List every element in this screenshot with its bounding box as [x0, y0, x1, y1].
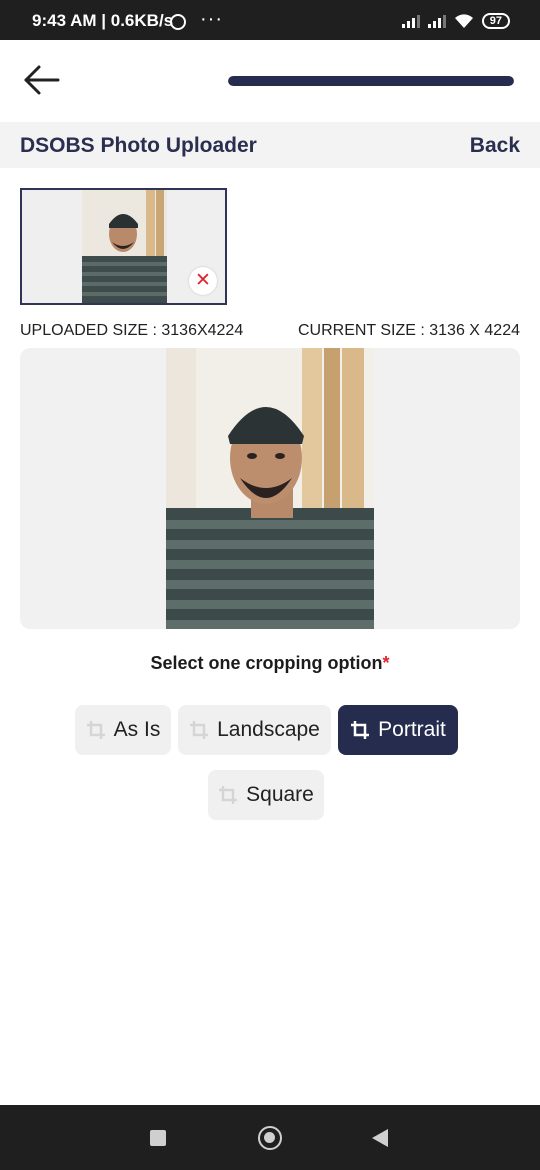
status-time: 9:43 AM | 0.6KB/s: [32, 11, 174, 30]
crop-option-square[interactable]: Square: [208, 770, 324, 820]
crop-option-as-is[interactable]: As Is: [75, 705, 171, 755]
crop-option-label: Landscape: [217, 718, 320, 741]
system-nav-bar: [0, 1105, 540, 1170]
alarm-icon: [170, 14, 186, 30]
required-marker: *: [382, 653, 390, 673]
crop-icon: [86, 721, 105, 739]
home-icon[interactable]: [258, 1126, 282, 1150]
back-arrow-icon[interactable]: [22, 62, 62, 98]
current-size-label: CURRENT SIZE : 3136 X 4224: [297, 322, 520, 339]
preview-photo: [166, 348, 374, 629]
battery-icon: 97: [481, 13, 510, 29]
back-link[interactable]: Back: [470, 134, 520, 158]
cropping-prompt-text: Select one cropping option: [150, 653, 383, 673]
progress-bar: [228, 76, 514, 86]
recents-icon[interactable]: [150, 1130, 166, 1146]
crop-option-label: Square: [246, 783, 314, 806]
remove-photo-icon[interactable]: ✕: [189, 267, 217, 295]
photo-thumbnail[interactable]: ✕: [20, 188, 227, 305]
crop-option-landscape[interactable]: Landscape: [178, 705, 331, 755]
crop-icon: [219, 786, 238, 804]
status-icons: 97: [401, 12, 510, 30]
app-bar: [0, 40, 540, 122]
progress-fill: [228, 76, 514, 86]
crop-option-label: As Is: [113, 718, 161, 741]
page-title: DSOBS Photo Uploader: [20, 134, 257, 157]
wifi-icon: [454, 14, 473, 28]
thumbnail-photo: [82, 190, 167, 303]
crop-option-portrait[interactable]: Portrait: [338, 705, 458, 755]
crop-option-label: Portrait: [378, 718, 446, 741]
crop-icon: [190, 721, 209, 739]
signal-icon-2: [427, 14, 446, 28]
title-bar: DSOBS Photo Uploader Back: [0, 122, 540, 168]
more-notifications-icon: ···: [200, 8, 223, 30]
system-back-icon[interactable]: [372, 1129, 388, 1147]
status-bar: 9:43 AM | 0.6KB/s ··· 97: [0, 0, 540, 40]
cropping-prompt: Select one cropping option*: [0, 653, 540, 674]
photo-preview: [20, 348, 520, 629]
crop-icon: [351, 721, 370, 739]
uploaded-size-label: UPLOADED SIZE : 3136X4224: [20, 322, 244, 339]
signal-icon: [401, 14, 420, 28]
